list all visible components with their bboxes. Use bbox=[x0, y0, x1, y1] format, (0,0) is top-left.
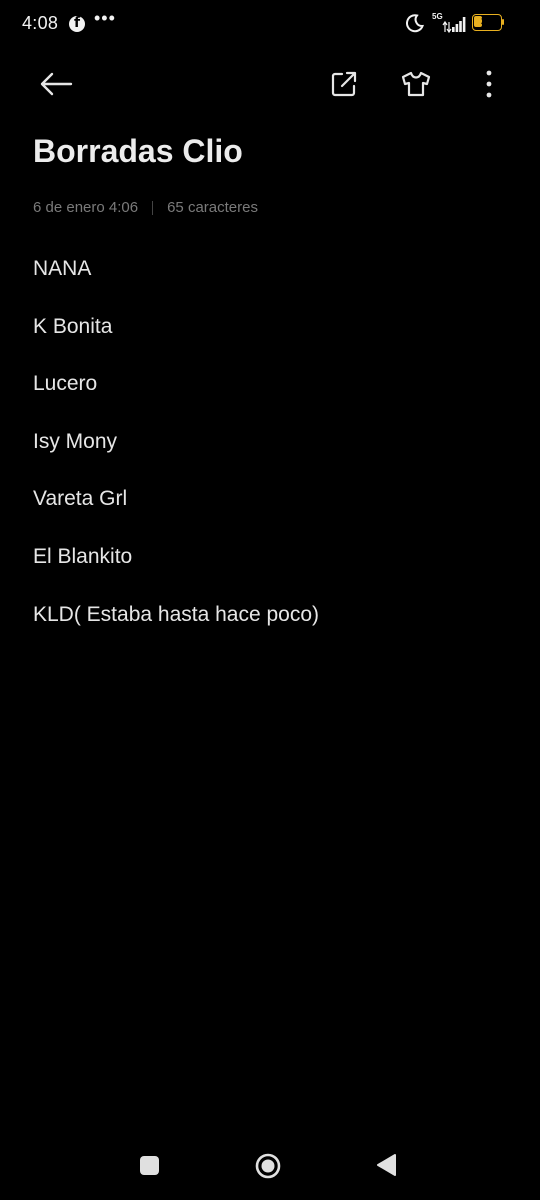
note-meta: 6 de enero 4:06 65 caracteres bbox=[33, 199, 258, 216]
status-bar: 4:08 f ••• 5G 32 bbox=[0, 0, 540, 50]
battery-icon: 32 bbox=[472, 14, 505, 31]
share-button[interactable] bbox=[320, 60, 368, 108]
theme-shirt-icon bbox=[401, 71, 431, 97]
more-vertical-icon bbox=[486, 70, 492, 98]
more-notifications-icon: ••• bbox=[94, 8, 116, 28]
battery-tip bbox=[502, 19, 504, 25]
back-button[interactable] bbox=[32, 60, 80, 108]
navigation-bar bbox=[0, 1130, 540, 1200]
facebook-icon: f bbox=[69, 15, 85, 32]
note-line[interactable]: El Blankito bbox=[33, 543, 319, 571]
note-line[interactable]: K Bonita bbox=[33, 313, 319, 341]
note-line[interactable]: Isy Mony bbox=[33, 428, 319, 456]
theme-button[interactable] bbox=[392, 60, 440, 108]
back-arrow-icon bbox=[40, 72, 73, 96]
moon-icon bbox=[406, 14, 424, 33]
note-char-count: 65 caracteres bbox=[167, 199, 258, 216]
status-time: 4:08 bbox=[22, 13, 59, 33]
more-options-button[interactable] bbox=[465, 60, 513, 108]
note-line[interactable]: NANA bbox=[33, 255, 319, 283]
note-line[interactable]: Lucero bbox=[33, 370, 319, 398]
back-triangle-icon[interactable] bbox=[376, 1153, 396, 1177]
recent-apps-icon[interactable] bbox=[140, 1156, 159, 1175]
note-line[interactable]: KLD( Estaba hasta hace poco) bbox=[33, 601, 319, 629]
signal-icon bbox=[442, 17, 466, 33]
battery-level-label: 32 bbox=[480, 16, 494, 28]
note-title[interactable]: Borradas Clio bbox=[33, 133, 243, 170]
note-body[interactable]: NANA K Bonita Lucero Isy Mony Vareta Grl… bbox=[33, 255, 319, 658]
meta-divider bbox=[152, 200, 154, 215]
home-icon[interactable] bbox=[255, 1153, 281, 1179]
note-date: 6 de enero 4:06 bbox=[33, 199, 139, 216]
note-line[interactable]: Vareta Grl bbox=[33, 485, 319, 513]
share-icon bbox=[331, 71, 357, 97]
